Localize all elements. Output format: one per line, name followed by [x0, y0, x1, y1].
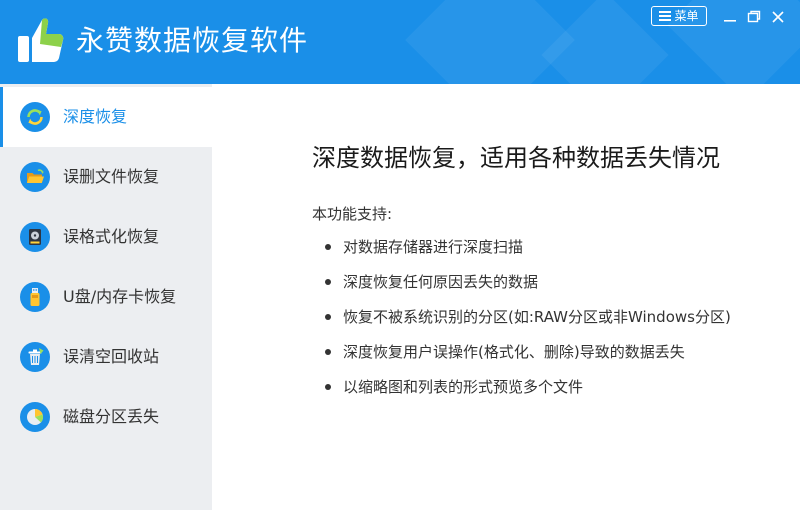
bullet-icon: [325, 314, 331, 320]
sidebar-item-label: 误格式化恢复: [63, 227, 160, 246]
usb-drive-icon: [20, 282, 50, 312]
support-label: 本功能支持:: [312, 205, 393, 223]
bullet-icon: [325, 279, 331, 285]
sidebar-item-label: U盘/内存卡恢复: [63, 287, 177, 306]
menu-label: 菜单: [674, 9, 699, 23]
feature-text: 以缩略图和列表的形式预览多个文件: [343, 378, 584, 396]
close-button[interactable]: [767, 6, 789, 28]
sidebar-item-partition-recovery[interactable]: 磁盘分区丢失: [0, 387, 212, 447]
close-icon: [772, 11, 784, 23]
sidebar-item-usb-card-recovery[interactable]: U盘/内存卡恢复: [0, 267, 212, 327]
refresh-icon: [20, 102, 50, 132]
thumbs-up-logo-icon: [14, 14, 66, 66]
sidebar-item-format-recovery[interactable]: 误格式化恢复: [0, 207, 212, 267]
recycle-bin-icon: [20, 342, 50, 372]
bullet-icon: [325, 384, 331, 390]
menu-button[interactable]: 菜单: [651, 6, 707, 26]
sidebar-item-label: 深度恢复: [63, 107, 128, 126]
bullet-icon: [325, 349, 331, 355]
feature-text: 恢复不被系统识别的分区(如:RAW分区或非Windows分区): [343, 308, 731, 326]
list-item: 恢复不被系统识别的分区(如:RAW分区或非Windows分区): [322, 302, 731, 337]
maximize-icon: [747, 10, 761, 23]
title-bar: 永赞数据恢复软件 菜单: [0, 0, 800, 84]
feature-text: 深度恢复用户误操作(格式化、删除)导致的数据丢失: [343, 343, 685, 361]
maximize-button[interactable]: [743, 6, 765, 28]
sidebar: 深度恢复 误删文件恢复 误格式化恢复 U盘/内存卡恢复 误清空回收站 磁盘分区丢…: [0, 84, 212, 510]
sidebar-item-label: 磁盘分区丢失: [63, 407, 160, 426]
feature-text: 对数据存储器进行深度扫描: [343, 238, 524, 256]
sidebar-item-label: 误删文件恢复: [63, 167, 160, 186]
list-item: 深度恢复任何原因丢失的数据: [322, 267, 731, 302]
menu-icon: [659, 11, 672, 21]
main-panel: 深度数据恢复，适用各种数据丢失情况 本功能支持: 对数据存储器进行深度扫描 深度…: [212, 84, 800, 510]
minimize-button[interactable]: [719, 6, 741, 28]
header-decoration: [541, 0, 669, 84]
feature-text: 深度恢复任何原因丢失的数据: [343, 273, 539, 291]
header-decoration: [405, 0, 575, 84]
list-item: 对数据存储器进行深度扫描: [322, 232, 731, 267]
sidebar-item-recycle-bin-recovery[interactable]: 误清空回收站: [0, 327, 212, 387]
pie-chart-icon: [20, 402, 50, 432]
minimize-icon: [724, 20, 736, 22]
folder-icon: [20, 162, 50, 192]
page-title: 深度数据恢复，适用各种数据丢失情况: [312, 144, 720, 172]
hard-disk-icon: [20, 222, 50, 252]
sidebar-item-deep-recovery[interactable]: 深度恢复: [0, 87, 212, 147]
app-title: 永赞数据恢复软件: [76, 24, 309, 57]
list-item: 深度恢复用户误操作(格式化、删除)导致的数据丢失: [322, 337, 731, 372]
list-item: 以缩略图和列表的形式预览多个文件: [322, 372, 731, 407]
sidebar-item-deleted-file-recovery[interactable]: 误删文件恢复: [0, 147, 212, 207]
sidebar-item-label: 误清空回收站: [63, 347, 160, 366]
feature-list: 对数据存储器进行深度扫描 深度恢复任何原因丢失的数据 恢复不被系统识别的分区(如…: [322, 232, 731, 407]
bullet-icon: [325, 244, 331, 250]
